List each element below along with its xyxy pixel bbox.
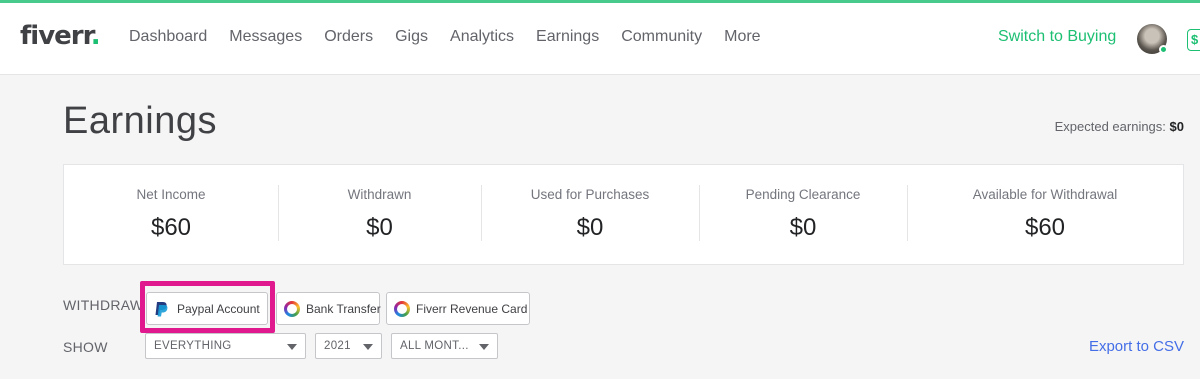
paypal-account-label: Paypal Account — [177, 301, 260, 316]
type-filter-value: EVERYTHING — [154, 340, 232, 352]
year-filter-select[interactable]: 2021 — [315, 333, 382, 359]
nav-earnings[interactable]: Earnings — [536, 28, 599, 46]
withdraw-label: WITHDRAW — [63, 297, 144, 313]
fiverr-logo[interactable]: fiverr. — [20, 21, 101, 51]
stat-label: Used for Purchases — [530, 187, 650, 202]
nav-dashboard[interactable]: Dashboard — [129, 28, 207, 46]
nav-orders[interactable]: Orders — [324, 28, 373, 46]
month-filter-select[interactable]: ALL MONT... — [391, 333, 498, 359]
main-nav: Dashboard Messages Orders Gigs Analytics… — [129, 28, 783, 46]
earnings-summary-panel: Net Income $60 Withdrawn $0 Used for Pur… — [63, 164, 1184, 265]
fiverr-revenue-card-label: Fiverr Revenue Card — [416, 301, 528, 316]
stat-label: Available for Withdrawal — [972, 187, 1118, 202]
stat-label: Pending Clearance — [745, 187, 861, 202]
switch-to-buying-link[interactable]: Switch to Buying — [998, 28, 1116, 46]
nav-messages[interactable]: Messages — [229, 28, 302, 46]
chevron-down-icon — [287, 344, 297, 350]
chevron-down-icon — [479, 344, 489, 350]
stat-used-for-purchases: Used for Purchases $0 — [481, 165, 699, 264]
expected-earnings-value: $0 — [1169, 119, 1184, 134]
fiverr-revenue-card-button[interactable]: Fiverr Revenue Card — [386, 292, 530, 325]
online-status-dot — [1159, 45, 1168, 54]
stat-label: Withdrawn — [347, 187, 412, 202]
month-filter-value: ALL MONT... — [400, 340, 469, 352]
paypal-account-button[interactable]: Paypal Account — [146, 292, 268, 325]
year-filter-value: 2021 — [324, 340, 351, 352]
ring-icon — [394, 300, 410, 317]
nav-analytics[interactable]: Analytics — [450, 28, 514, 46]
stat-value: $0 — [789, 214, 817, 241]
stat-label: Net Income — [136, 187, 206, 202]
show-label: SHOW — [63, 339, 108, 355]
balance-icon[interactable]: $ — [1187, 29, 1200, 51]
nav-more[interactable]: More — [724, 28, 760, 46]
export-to-csv-link[interactable]: Export to CSV — [1089, 338, 1184, 355]
type-filter-select[interactable]: EVERYTHING — [145, 333, 306, 359]
expected-earnings: Expected earnings: $0 — [1055, 119, 1184, 134]
nav-gigs[interactable]: Gigs — [395, 28, 428, 46]
page-title: Earnings — [63, 100, 217, 142]
stat-withdrawn: Withdrawn $0 — [278, 165, 481, 264]
stat-value: $0 — [576, 214, 604, 241]
paypal-icon — [155, 301, 168, 316]
chevron-down-icon — [363, 344, 373, 350]
stat-pending-clearance: Pending Clearance $0 — [699, 165, 907, 264]
nav-community[interactable]: Community — [621, 28, 702, 46]
top-navigation-bar: fiverr. Dashboard Messages Orders Gigs A… — [0, 3, 1200, 75]
bank-transfer-button[interactable]: Bank Transfer — [276, 292, 381, 325]
expected-earnings-label: Expected earnings: — [1054, 119, 1166, 134]
bank-transfer-label: Bank Transfer — [306, 301, 381, 316]
stat-net-income: Net Income $60 — [64, 165, 278, 264]
stat-value: $60 — [150, 214, 192, 241]
stat-value: $0 — [366, 214, 393, 241]
stat-available-for-withdrawal: Available for Withdrawal $60 — [907, 165, 1183, 264]
ring-icon — [284, 300, 300, 317]
stat-value: $60 — [1024, 214, 1066, 241]
